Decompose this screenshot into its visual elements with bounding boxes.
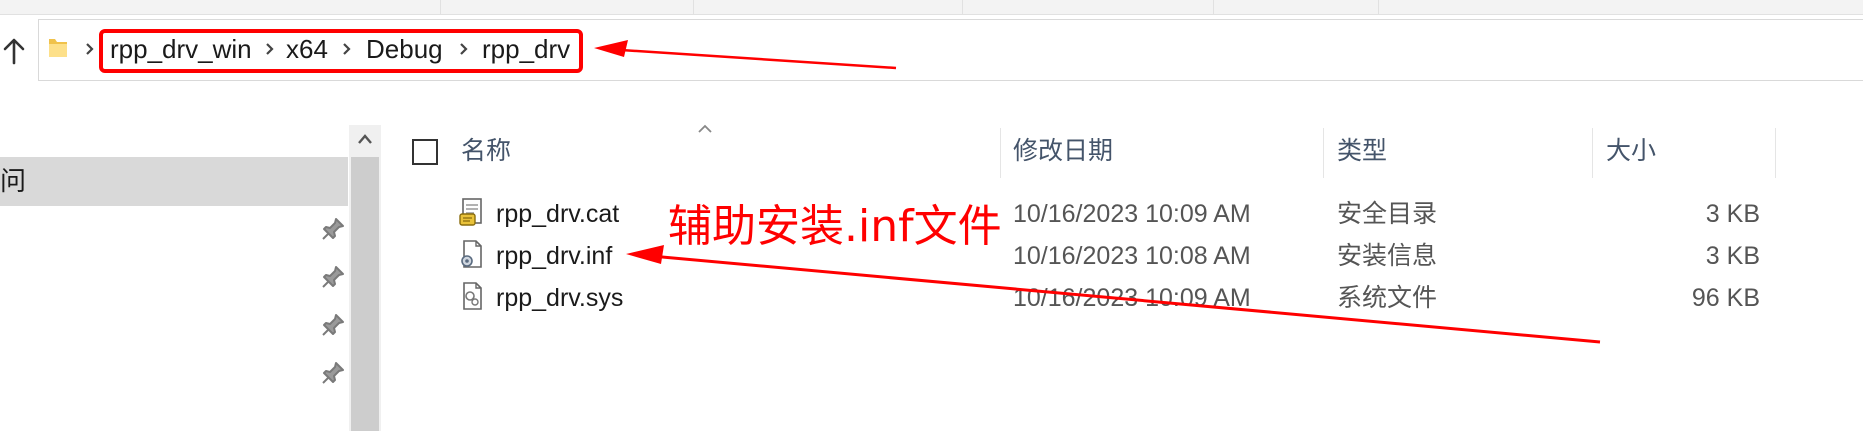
file-type: 安全目录	[1337, 200, 1438, 228]
arrow-up-icon	[3, 38, 25, 65]
up-button[interactable]	[2, 36, 26, 66]
pin-icon[interactable]	[320, 312, 346, 338]
scrollbar-thumb[interactable]	[351, 157, 379, 431]
pin-icon[interactable]	[320, 264, 346, 290]
ribbon-strip	[0, 0, 1863, 15]
column-divider[interactable]	[1000, 128, 1001, 178]
column-header-size[interactable]: 大小	[1606, 136, 1656, 166]
file-size: 96 KB	[1691, 284, 1760, 312]
navigation-pane-item-label: 问	[0, 166, 27, 196]
column-divider[interactable]	[1592, 128, 1593, 178]
ribbon-divider	[1378, 0, 1379, 14]
file-size: 3 KB	[1705, 200, 1760, 228]
breadcrumb-highlight-box	[99, 29, 583, 73]
file-name[interactable]: rpp_drv.inf	[496, 241, 612, 271]
setup-information-icon	[459, 239, 485, 269]
pin-icon[interactable]	[320, 216, 346, 242]
ribbon-divider	[440, 0, 441, 14]
file-date-modified: 10/16/2023 10:09 AM	[1013, 284, 1251, 312]
security-catalog-icon	[459, 197, 485, 227]
file-size: 3 KB	[1705, 242, 1760, 270]
column-header-type[interactable]: 类型	[1337, 136, 1387, 166]
chevron-up-icon	[358, 134, 372, 144]
select-all-checkbox[interactable]	[412, 139, 438, 165]
pin-icon[interactable]	[320, 360, 346, 386]
ribbon-divider	[693, 0, 694, 14]
ribbon-divider	[1213, 0, 1214, 14]
folder-icon	[48, 36, 68, 58]
column-header-name[interactable]: 名称	[461, 136, 511, 166]
column-header-date-modified[interactable]: 修改日期	[1013, 136, 1113, 166]
file-date-modified: 10/16/2023 10:09 AM	[1013, 200, 1251, 228]
chevron-right-icon[interactable]	[84, 40, 96, 58]
file-name[interactable]: rpp_drv.sys	[496, 283, 623, 313]
sort-ascending-icon	[697, 121, 713, 133]
system-file-icon	[459, 281, 485, 311]
file-name[interactable]: rpp_drv.cat	[496, 199, 619, 229]
annotation-note: 辅助安装.inf文件	[668, 201, 1002, 252]
column-divider[interactable]	[1323, 128, 1324, 178]
scroll-up-button[interactable]	[349, 125, 381, 155]
file-type: 系统文件	[1337, 284, 1438, 312]
ribbon-divider	[962, 0, 963, 14]
navigation-pane-selected-item[interactable]	[0, 157, 348, 206]
file-type: 安装信息	[1337, 242, 1438, 270]
column-divider[interactable]	[1775, 128, 1776, 178]
file-date-modified: 10/16/2023 10:08 AM	[1013, 242, 1251, 270]
